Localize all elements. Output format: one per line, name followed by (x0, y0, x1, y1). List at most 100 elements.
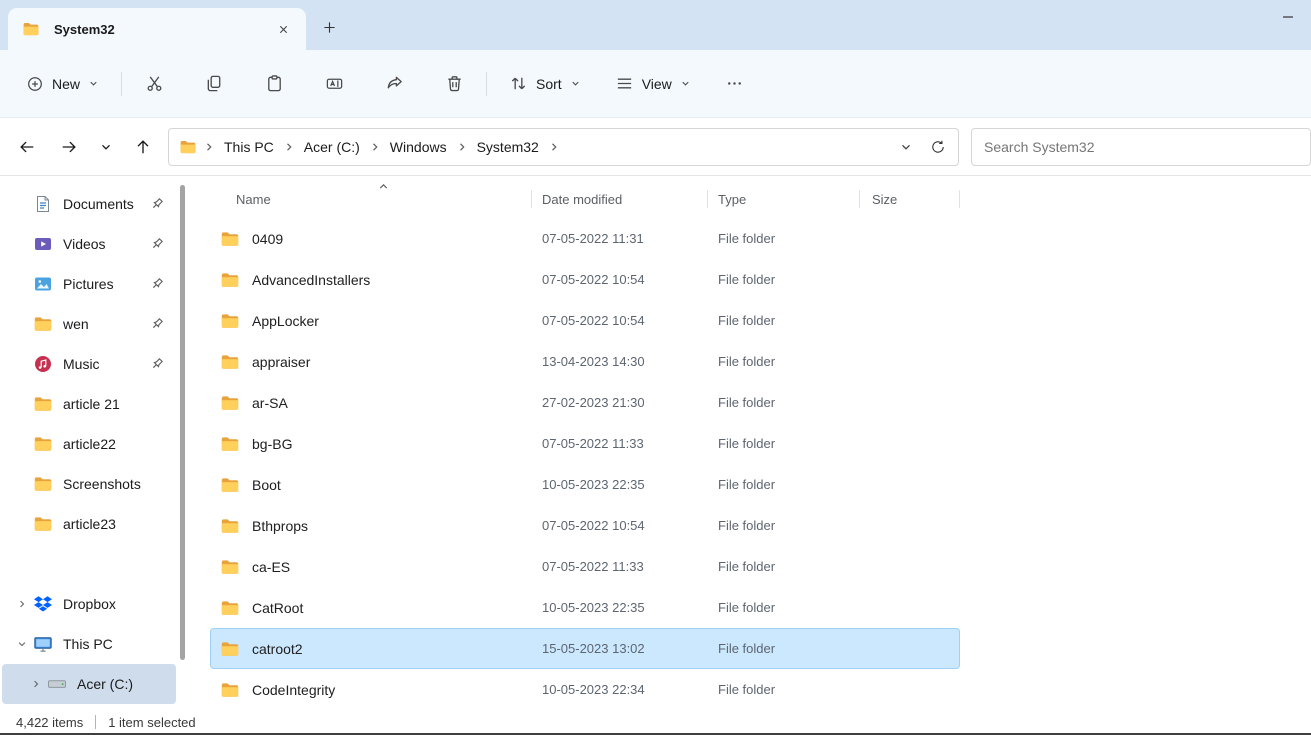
sidebar-item-label: article23 (63, 516, 176, 532)
paste-button[interactable] (254, 66, 294, 102)
folder-icon (220, 516, 240, 536)
file-row-boot[interactable]: Boot 10-05-2023 22:35 File folder (210, 464, 960, 505)
sidebar-item-label: Documents (63, 196, 150, 212)
file-name-cell: 0409 (210, 229, 532, 249)
sidebar-item-documents[interactable]: Documents (2, 184, 176, 224)
search-input[interactable] (971, 128, 1311, 166)
file-row-appraiser[interactable]: appraiser 13-04-2023 14:30 File folder (210, 341, 960, 382)
sidebar-item-wen[interactable]: wen (2, 304, 176, 344)
folder-icon (220, 270, 240, 290)
sidebar-item-music[interactable]: Music (2, 344, 176, 384)
file-row-catroot[interactable]: CatRoot 10-05-2023 22:35 File folder (210, 587, 960, 628)
pin-icon (150, 197, 164, 211)
chevron-right-icon[interactable] (367, 139, 383, 155)
folder-icon (220, 598, 240, 618)
file-date-modified: 13-04-2023 14:30 (532, 354, 708, 369)
view-list-icon (615, 74, 634, 93)
file-row-bthprops[interactable]: Bthprops 07-05-2022 10:54 File folder (210, 505, 960, 546)
address-breadcrumb-bar[interactable]: This PC Acer (C:) Windows System32 (168, 128, 959, 166)
delete-button[interactable] (434, 66, 474, 102)
file-type: File folder (708, 641, 860, 656)
file-row-ar-sa[interactable]: ar-SA 27-02-2023 21:30 File folder (210, 382, 960, 423)
sidebar-item-label: wen (63, 316, 150, 332)
file-name: AdvancedInstallers (252, 272, 370, 288)
sidebar-item-dropbox[interactable]: Dropbox (2, 584, 176, 624)
breadcrumb-system32[interactable]: System32 (470, 135, 546, 159)
folder-icon (33, 314, 53, 334)
file-name-cell: ar-SA (210, 393, 532, 413)
file-list: Name Date modified Type Size 0409 07-05-… (188, 176, 1311, 711)
copy-button[interactable] (194, 66, 234, 102)
folder-icon (220, 352, 240, 372)
back-button[interactable] (10, 130, 44, 164)
sidebar-item-acer-c[interactable]: Acer (C:) (2, 664, 176, 704)
new-button-label: New (52, 76, 80, 92)
up-button[interactable] (126, 130, 160, 164)
file-name-cell: bg-BG (210, 434, 532, 454)
forward-button[interactable] (52, 130, 86, 164)
indent-spacer (14, 356, 30, 372)
scissors-icon (145, 74, 164, 93)
sidebar-section-gap (0, 544, 178, 584)
file-name: catroot2 (252, 641, 303, 657)
tab-system32[interactable]: System32 (8, 8, 306, 50)
sidebar-item-article-21[interactable]: article 21 (2, 384, 176, 424)
address-bar-controls (892, 132, 952, 162)
file-row-applocker[interactable]: AppLocker 07-05-2022 10:54 File folder (210, 300, 960, 341)
sidebar-item-pictures[interactable]: Pictures (2, 264, 176, 304)
view-button[interactable]: View (605, 66, 701, 101)
breadcrumb-this-pc[interactable]: This PC (217, 135, 281, 159)
indent-spacer (14, 516, 30, 532)
chevron-right-icon[interactable] (546, 139, 562, 155)
scrollbar-thumb[interactable] (180, 185, 185, 660)
file-row-bg-bg[interactable]: bg-BG 07-05-2022 11:33 File folder (210, 423, 960, 464)
sidebar-item-label: Dropbox (63, 596, 176, 612)
chevron-right-icon[interactable] (28, 676, 44, 692)
recent-locations-button[interactable] (94, 130, 118, 164)
column-header-date-modified[interactable]: Date modified (532, 180, 708, 218)
sidebar-item-videos[interactable]: Videos (2, 224, 176, 264)
file-row-catroot2[interactable]: catroot2 15-05-2023 13:02 File folder (210, 628, 960, 669)
file-type: File folder (708, 477, 860, 492)
chevron-right-icon[interactable] (14, 596, 30, 612)
file-row-ca-es[interactable]: ca-ES 07-05-2022 11:33 File folder (210, 546, 960, 587)
tab-close-button[interactable] (270, 17, 296, 41)
new-button[interactable]: New (16, 67, 109, 101)
rename-button[interactable] (314, 66, 354, 102)
file-type: File folder (708, 600, 860, 615)
sidebar-item-article22[interactable]: article22 (2, 424, 176, 464)
breadcrumb-windows[interactable]: Windows (383, 135, 454, 159)
folder-icon (33, 474, 53, 494)
breadcrumb-acer-c[interactable]: Acer (C:) (297, 135, 367, 159)
file-type: File folder (708, 436, 860, 451)
indent-spacer (14, 196, 30, 212)
file-name: ar-SA (252, 395, 288, 411)
column-header-name[interactable]: Name (210, 180, 532, 218)
more-options-button[interactable] (715, 66, 755, 102)
address-dropdown-button[interactable] (892, 132, 920, 162)
column-header-size[interactable]: Size (860, 180, 960, 218)
chevron-down-icon[interactable] (14, 636, 30, 652)
minimize-button[interactable] (1265, 0, 1311, 34)
share-button[interactable] (374, 66, 414, 102)
column-header-type[interactable]: Type (708, 180, 860, 218)
file-row-codeintegrity[interactable]: CodeIntegrity 10-05-2023 22:34 File fold… (210, 669, 960, 710)
file-row-0409[interactable]: 0409 07-05-2022 11:31 File folder (210, 218, 960, 259)
chevron-right-icon[interactable] (454, 139, 470, 155)
file-row-advancedinstallers[interactable]: AdvancedInstallers 07-05-2022 10:54 File… (210, 259, 960, 300)
new-tab-button[interactable] (314, 13, 344, 41)
cut-button[interactable] (134, 66, 174, 102)
sidebar-item-this-pc[interactable]: This PC (2, 624, 176, 664)
refresh-button[interactable] (924, 132, 952, 162)
file-name: Bthprops (252, 518, 308, 534)
chevron-right-icon[interactable] (281, 139, 297, 155)
file-name-cell: CodeIntegrity (210, 680, 532, 700)
share-icon (385, 74, 404, 93)
sidebar-item-screenshots[interactable]: Screenshots (2, 464, 176, 504)
chevron-right-icon[interactable] (201, 139, 217, 155)
sidebar-item-article23[interactable]: article23 (2, 504, 176, 544)
column-headers: Name Date modified Type Size (210, 180, 960, 218)
file-name: CatRoot (252, 600, 303, 616)
sort-button[interactable]: Sort (499, 66, 591, 101)
sidebar-item-label: Screenshots (63, 476, 176, 492)
